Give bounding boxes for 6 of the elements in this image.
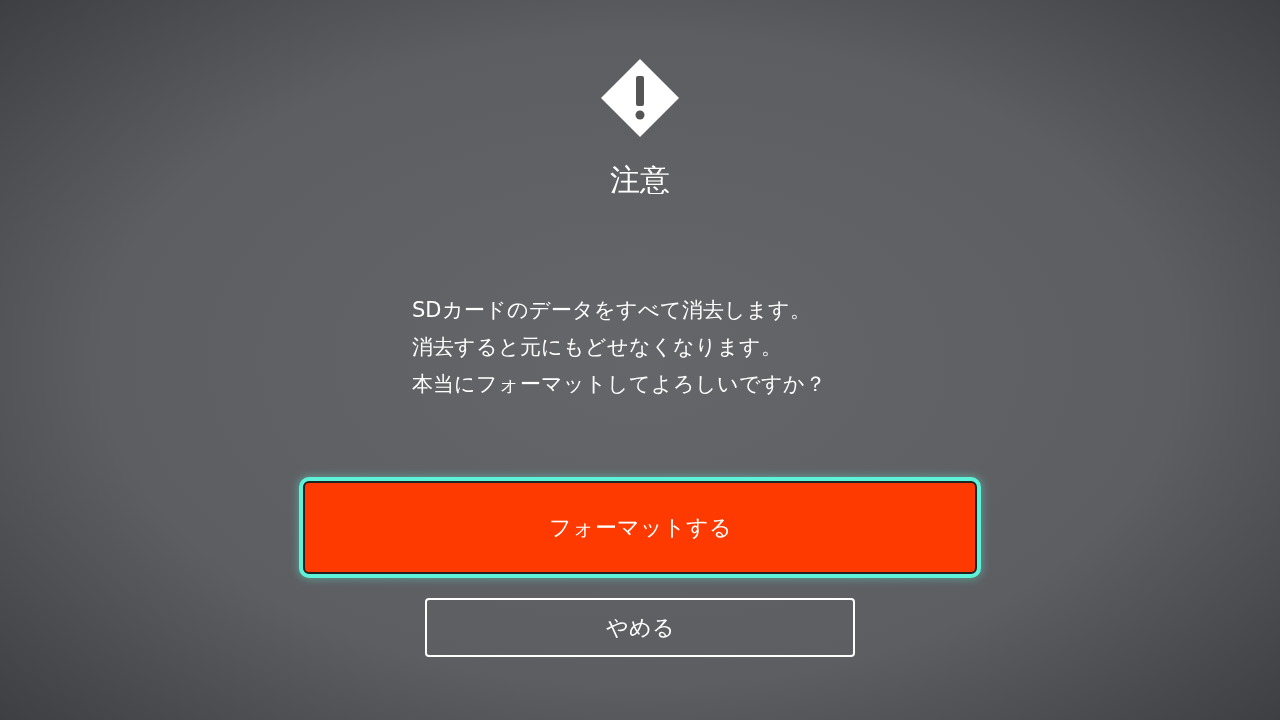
message-text: SDカードのデータをすべて消去します。 bbox=[412, 297, 812, 324]
dialog-title: 注意 bbox=[610, 161, 670, 199]
cancel-button[interactable]: やめる bbox=[425, 598, 855, 657]
warning-icon bbox=[600, 58, 680, 138]
message-text: 消去すると元にもどせなくなります。 bbox=[412, 334, 783, 361]
message-text: 本当にフォーマットしてよろしいですか？ bbox=[412, 371, 827, 398]
